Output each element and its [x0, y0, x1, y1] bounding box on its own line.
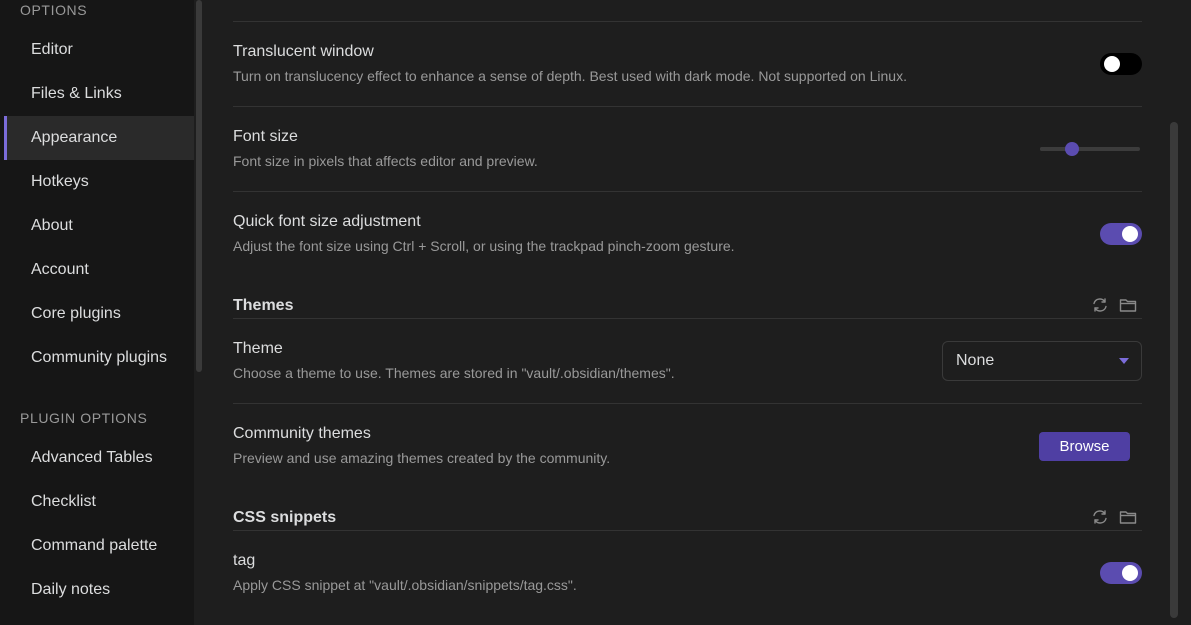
options-heading: OPTIONS	[20, 2, 88, 18]
font-size-slider[interactable]	[1040, 142, 1140, 156]
settings-sidebar: OPTIONS Editor Files & Links Appearance …	[0, 0, 194, 625]
plugin-options-heading: PLUGIN OPTIONS	[20, 410, 148, 426]
theme-selected-value: None	[956, 352, 995, 369]
content-scrollbar[interactable]	[1170, 122, 1178, 618]
setting-description: Preview and use amazing themes created b…	[233, 450, 611, 466]
setting-community-themes: Community themes Preview and use amazing…	[233, 425, 1142, 466]
theme-dropdown[interactable]: None	[942, 341, 1142, 381]
toggle-knob	[1104, 56, 1120, 72]
folder-icon[interactable]	[1119, 509, 1137, 525]
divider	[233, 530, 1142, 531]
sidebar-item-community-plugins[interactable]: Community plugins	[4, 336, 194, 380]
translucent-window-toggle[interactable]	[1100, 53, 1142, 75]
setting-description: Adjust the font size using Ctrl + Scroll…	[233, 238, 735, 254]
browse-button[interactable]: Browse	[1039, 432, 1130, 461]
sidebar-item-checklist[interactable]: Checklist	[4, 480, 194, 524]
toggle-knob	[1122, 226, 1138, 242]
sidebar-item-advanced-tables[interactable]: Advanced Tables	[4, 436, 194, 480]
divider	[233, 191, 1142, 192]
setting-name: tag	[233, 552, 256, 569]
setting-name: Community themes	[233, 425, 371, 442]
setting-quick-font-size: Quick font size adjustment Adjust the fo…	[233, 213, 1142, 254]
setting-translucent-window: Translucent window Turn on translucency …	[233, 43, 1142, 84]
setting-name: Translucent window	[233, 43, 374, 60]
settings-content: Translucent window Turn on translucency …	[204, 0, 1191, 625]
sidebar-item-core-plugins[interactable]: Core plugins	[4, 292, 194, 336]
setting-name: Quick font size adjustment	[233, 213, 421, 230]
setting-description: Font size in pixels that affects editor …	[233, 153, 538, 169]
sidebar-scrollbar[interactable]	[196, 0, 202, 372]
divider	[233, 21, 1142, 22]
sidebar-item-about[interactable]: About	[4, 204, 194, 248]
setting-name: Font size	[233, 128, 298, 145]
divider	[233, 403, 1142, 404]
themes-heading: Themes	[233, 297, 294, 314]
folder-icon[interactable]	[1119, 297, 1137, 313]
reload-icon[interactable]	[1091, 509, 1109, 525]
sidebar-item-hotkeys[interactable]: Hotkeys	[4, 160, 194, 204]
divider	[233, 106, 1142, 107]
quick-font-size-toggle[interactable]	[1100, 223, 1142, 245]
setting-description: Apply CSS snippet at "vault/.obsidian/sn…	[233, 577, 577, 593]
slider-handle[interactable]	[1065, 142, 1079, 156]
setting-font-size: Font size Font size in pixels that affec…	[233, 128, 1142, 169]
sidebar-item-appearance[interactable]: Appearance	[4, 116, 194, 160]
chevron-down-icon	[1119, 358, 1129, 364]
sidebar-item-files-links[interactable]: Files & Links	[4, 72, 194, 116]
sidebar-item-daily-notes[interactable]: Daily notes	[4, 568, 194, 612]
reload-icon[interactable]	[1091, 297, 1109, 313]
snippet-tag-toggle[interactable]	[1100, 562, 1142, 584]
css-snippets-heading: CSS snippets	[233, 509, 337, 526]
setting-description: Turn on translucency effect to enhance a…	[233, 68, 907, 84]
setting-snippet-tag: tag Apply CSS snippet at "vault/.obsidia…	[233, 552, 1142, 593]
sidebar-item-editor[interactable]: Editor	[4, 28, 194, 72]
divider	[233, 318, 1142, 319]
toggle-knob	[1122, 565, 1138, 581]
sidebar-item-account[interactable]: Account	[4, 248, 194, 292]
sidebar-item-command-palette[interactable]: Command palette	[4, 524, 194, 568]
